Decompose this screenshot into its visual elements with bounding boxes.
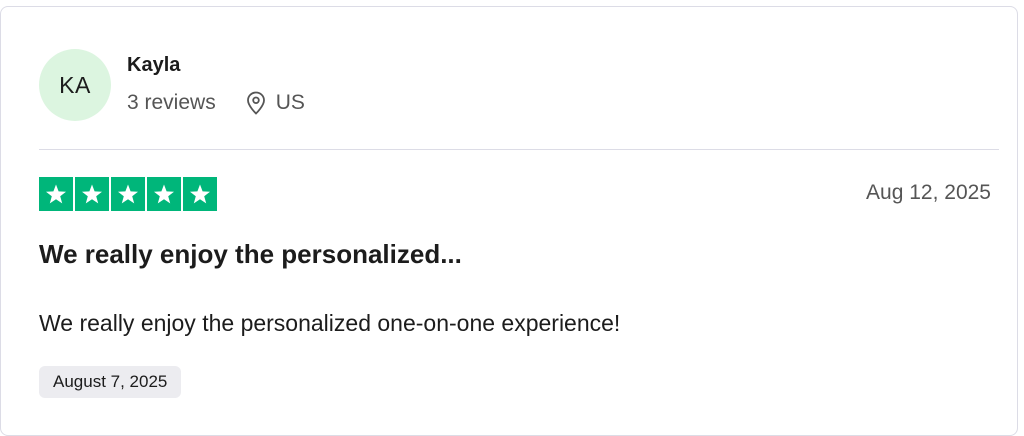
star-5: [183, 177, 217, 211]
divider: [39, 149, 999, 150]
avatar-initials: KA: [59, 71, 91, 98]
country-code: US: [275, 91, 305, 114]
review-card: KA Kayla 3 reviews US Aug 12, 2025 We re…: [0, 6, 1018, 436]
star-icon: [46, 184, 66, 204]
date-of-experience-badge: August 7, 2025: [39, 366, 182, 398]
consumer-location: US: [246, 91, 305, 115]
star-icon: [190, 184, 210, 204]
star-rating: [39, 177, 217, 211]
review-body: We really enjoy the personalized one-on-…: [39, 310, 621, 336]
star-2: [75, 177, 109, 211]
star-icon: [118, 184, 138, 204]
consumer-meta: 3 reviews US: [127, 89, 305, 117]
consumer-name[interactable]: Kayla: [127, 54, 180, 77]
star-4: [147, 177, 181, 211]
review-date: Aug 12, 2025: [866, 181, 991, 204]
star-3: [111, 177, 145, 211]
star-1: [39, 177, 73, 211]
avatar[interactable]: KA: [39, 49, 111, 121]
review-title[interactable]: We really enjoy the personalized...: [39, 239, 462, 270]
star-icon: [82, 184, 102, 204]
reviews-count: 3 reviews: [127, 91, 216, 114]
star-icon: [154, 184, 174, 204]
date-of-experience: August 7, 2025: [53, 372, 168, 391]
location-pin-icon: [246, 91, 265, 115]
